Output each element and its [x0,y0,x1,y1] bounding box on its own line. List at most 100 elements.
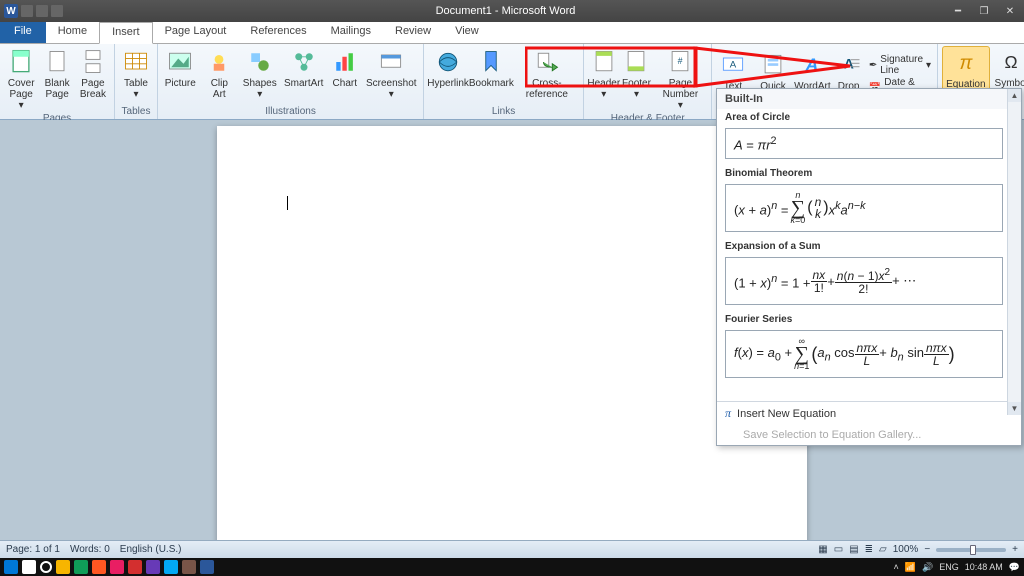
word-app-icon: W [4,4,18,18]
taskbar-app-7[interactable] [164,560,178,574]
scroll-down-icon[interactable]: ▼ [1008,402,1021,415]
wordart-icon: A [798,51,826,79]
taskbar-app-5[interactable] [128,560,142,574]
tray-notifications-icon[interactable]: 💬 [1009,562,1020,573]
group-tables: Table▾ Tables [115,44,158,119]
hyperlink-icon [434,48,462,76]
scroll-up-icon[interactable]: ▲ [1008,89,1021,102]
crossref-icon [533,48,561,76]
page-break-button[interactable]: Page Break [76,46,110,113]
tray-up-icon[interactable]: ˄ [894,562,899,572]
eq-item-expansion[interactable]: (1 + x)n = 1 + nx1! + n(n − 1)x22! + ⋯ [725,257,1003,305]
tab-home[interactable]: Home [46,22,99,43]
zoom-level[interactable]: 100% [893,544,919,555]
svg-text:π: π [959,53,973,74]
zoom-out-button[interactable]: − [924,544,930,555]
tab-mailings[interactable]: Mailings [319,22,383,43]
status-words[interactable]: Words: 0 [70,544,110,555]
blank-page-button[interactable]: Blank Page [40,46,74,113]
eq-item-fourier[interactable]: f(x) = a0 + ∞∑n=1 ( an cosnπxL + bn sinn… [725,330,1003,378]
table-button[interactable]: Table▾ [119,46,153,102]
chart-button[interactable]: Chart [328,46,361,102]
taskbar-app-6[interactable] [146,560,160,574]
signature-line-button[interactable]: ✒Signature Line ▾ [869,54,931,76]
svg-text:Ω: Ω [1005,52,1018,72]
qat-redo-icon[interactable] [51,5,63,17]
tab-references[interactable]: References [238,22,318,43]
group-links-label: Links [492,106,515,119]
page-break-icon [79,48,107,76]
tab-review[interactable]: Review [383,22,443,43]
taskview-icon[interactable] [22,560,36,574]
minimize-button[interactable]: ━ [948,4,968,18]
view-fullscreen-icon[interactable]: ▭ [834,544,843,555]
taskbar-app-4[interactable] [110,560,124,574]
footer-button[interactable]: Footer▾ [621,46,651,113]
shapes-icon [246,48,274,76]
smartart-button[interactable]: SmartArt [281,46,326,102]
taskbar-app-2[interactable] [74,560,88,574]
tab-file[interactable]: File [0,22,46,43]
close-button[interactable]: ✕ [1000,4,1020,18]
taskbar-app-8[interactable] [182,560,196,574]
smartart-icon [290,48,318,76]
zoom-in-button[interactable]: + [1012,544,1018,555]
picture-button[interactable]: Picture [162,46,199,102]
text-cursor [287,196,288,210]
eq-item-binomial[interactable]: (x + a)n = n∑k=0 (nk) xkan−k [725,184,1003,232]
svg-text:A: A [730,60,737,71]
builtin-header: Built-In [717,89,1021,109]
bookmark-button[interactable]: Bookmark [470,46,513,102]
cover-page-button[interactable]: Cover Page▾ [4,46,38,113]
textbox-icon: A [719,51,747,79]
shapes-button[interactable]: Shapes▾ [240,46,279,102]
tab-view[interactable]: View [443,22,491,43]
symbol-icon: Ω [997,48,1024,76]
status-language[interactable]: English (U.S.) [120,544,182,555]
tab-pagelayout[interactable]: Page Layout [153,22,239,43]
view-web-icon[interactable]: ▤ [849,544,858,555]
taskbar-app-1[interactable] [56,560,70,574]
view-printlayout-icon[interactable]: ▦ [818,544,827,555]
tray-volume-icon[interactable]: 🔊 [922,562,933,573]
taskbar-app-3[interactable] [92,560,106,574]
tray-language[interactable]: ENG [939,562,959,572]
cover-page-icon [7,48,35,76]
view-outline-icon[interactable]: ≣ [865,544,873,555]
tab-insert[interactable]: Insert [99,22,153,44]
group-illustrations: Picture Clip Art Shapes▾ SmartArt Chart … [158,44,424,119]
eq-title-fourier: Fourier Series [717,311,1021,328]
status-page[interactable]: Page: 1 of 1 [6,544,60,555]
hyperlink-button[interactable]: Hyperlink [428,46,468,102]
insert-new-equation[interactable]: πInsert New Equation [717,402,1021,425]
tray-clock[interactable]: 10:48 AM [965,562,1003,572]
gallery-scrollbar[interactable]: ▲ ▼ [1007,89,1021,415]
header-icon [590,48,618,76]
pagenumber-button[interactable]: #Page Number▾ [653,46,707,113]
header-button[interactable]: Header▾ [588,46,619,113]
taskbar-word-icon[interactable] [200,560,214,574]
svg-text:A: A [805,54,819,74]
cortana-icon[interactable] [40,561,52,573]
eq-item-areacircle[interactable]: A = πr2 [725,128,1003,159]
crossref-button[interactable]: Cross-reference [515,46,579,102]
screenshot-icon [377,48,405,76]
group-pages: Cover Page▾ Blank Page Page Break Pages [0,44,115,119]
blank-page-icon [43,48,71,76]
picture-icon [166,48,194,76]
qat-save-icon[interactable] [21,5,33,17]
window-title: Document1 - Microsoft Word [63,5,948,17]
tray-network-icon[interactable]: 📶 [905,562,916,573]
group-headerfooter: Header▾ Footer▾ #Page Number▾ Header & F… [584,44,712,119]
clipart-button[interactable]: Clip Art [201,46,239,102]
eq-title-expansion: Expansion of a Sum [717,238,1021,255]
group-links: Hyperlink Bookmark Cross-reference Links [424,44,584,119]
zoom-slider[interactable] [936,548,1006,552]
screenshot-button[interactable]: Screenshot▾ [363,46,419,102]
maximize-button[interactable]: ❐ [974,4,994,18]
qat-undo-icon[interactable] [36,5,48,17]
start-button[interactable] [4,560,18,574]
clipart-icon [205,48,233,76]
signature-icon: ✒ [869,60,877,71]
view-draft-icon[interactable]: ▱ [879,544,887,555]
